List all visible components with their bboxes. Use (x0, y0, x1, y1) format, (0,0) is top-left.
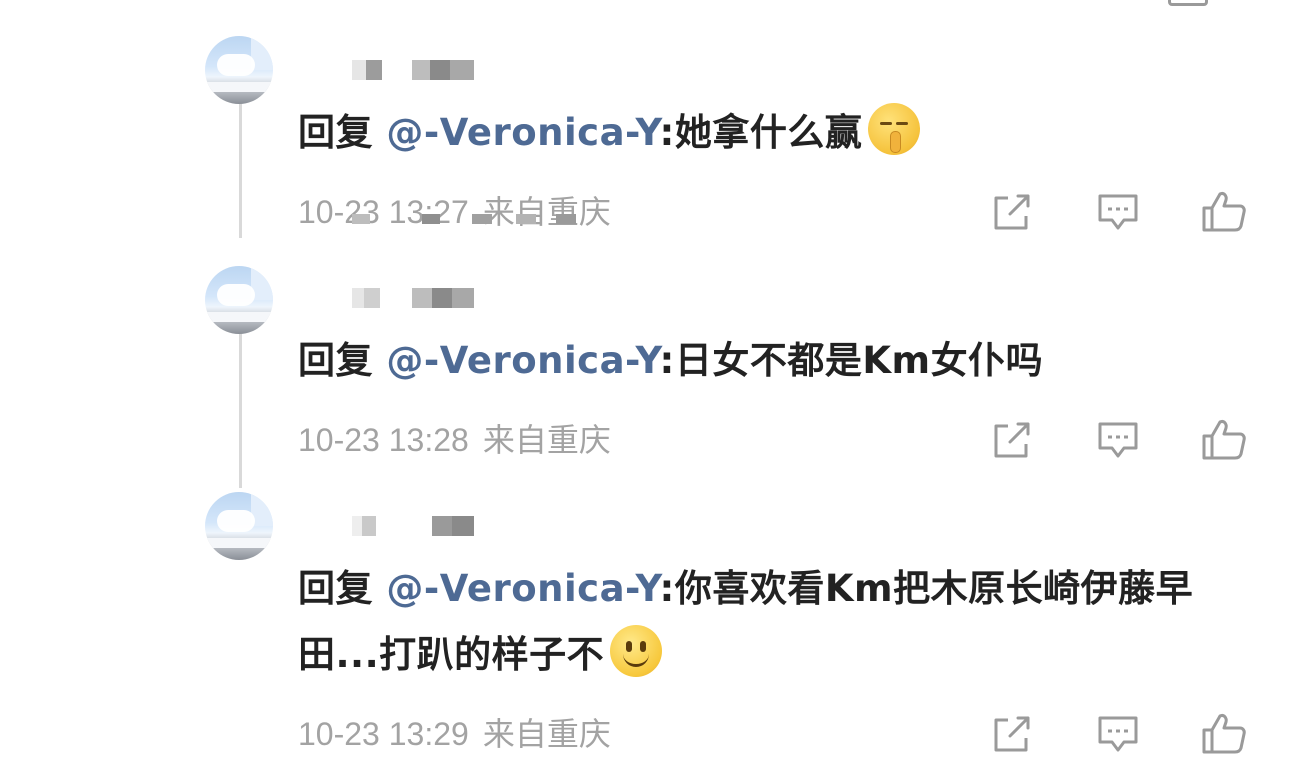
reply-content: 回复 @-Veronica-Y:日女不都是Km女仆吗 (298, 328, 1238, 394)
thread-line (239, 100, 242, 238)
reply-prefix: 回复 (298, 111, 373, 154)
location: 来自重庆 (482, 422, 611, 458)
reply-prefix: 回复 (298, 567, 373, 610)
like-icon[interactable] (1200, 188, 1248, 236)
reply-meta: 10-23 13:27 来自重庆 (298, 192, 611, 232)
comment-icon[interactable] (1094, 416, 1142, 464)
share-icon[interactable] (988, 416, 1036, 464)
username-blurred[interactable] (290, 516, 490, 540)
blurred-overlay (352, 214, 582, 226)
mention-link[interactable]: @-Veronica-Y (386, 339, 659, 382)
like-icon (1168, 0, 1208, 6)
reply-text: :日女不都是Km女仆吗 (659, 339, 1044, 382)
reply-meta: 10-23 13:28 来自重庆 (298, 420, 611, 460)
like-icon[interactable] (1200, 710, 1248, 758)
reply-content: 回复 @-Veronica-Y:她拿什么赢 (298, 100, 1238, 166)
avatar[interactable] (205, 492, 273, 560)
comment-icon[interactable] (1094, 710, 1142, 758)
location: 来自重庆 (482, 716, 611, 752)
reply-prefix: 回复 (298, 339, 373, 382)
username-blurred[interactable] (290, 288, 490, 312)
reply-meta: 10-23 13:29 来自重庆 (298, 714, 611, 754)
timestamp: 10-23 13:29 (298, 716, 469, 752)
avatar[interactable] (205, 266, 273, 334)
timestamp: 10-23 13:28 (298, 422, 469, 458)
reply-actions (988, 710, 1248, 758)
username-blurred[interactable] (290, 60, 490, 84)
smiling-face-emoji (610, 625, 663, 677)
shushing-face-emoji (868, 103, 921, 155)
reply-content: 回复 @-Veronica-Y:你喜欢看Km把木原长崎伊藤早田...打趴的样子不 (298, 556, 1238, 688)
previous-item-edge (0, 0, 1290, 12)
mention-link[interactable]: @-Veronica-Y (386, 567, 659, 610)
comment-icon[interactable] (1094, 188, 1142, 236)
thread-line (239, 328, 242, 488)
share-icon[interactable] (988, 710, 1036, 758)
mention-link[interactable]: @-Veronica-Y (386, 111, 659, 154)
reply-actions (988, 416, 1248, 464)
reply-text: :她拿什么赢 (659, 111, 863, 154)
reply-actions (988, 188, 1248, 236)
like-icon[interactable] (1200, 416, 1248, 464)
avatar[interactable] (205, 36, 273, 104)
share-icon[interactable] (988, 188, 1036, 236)
